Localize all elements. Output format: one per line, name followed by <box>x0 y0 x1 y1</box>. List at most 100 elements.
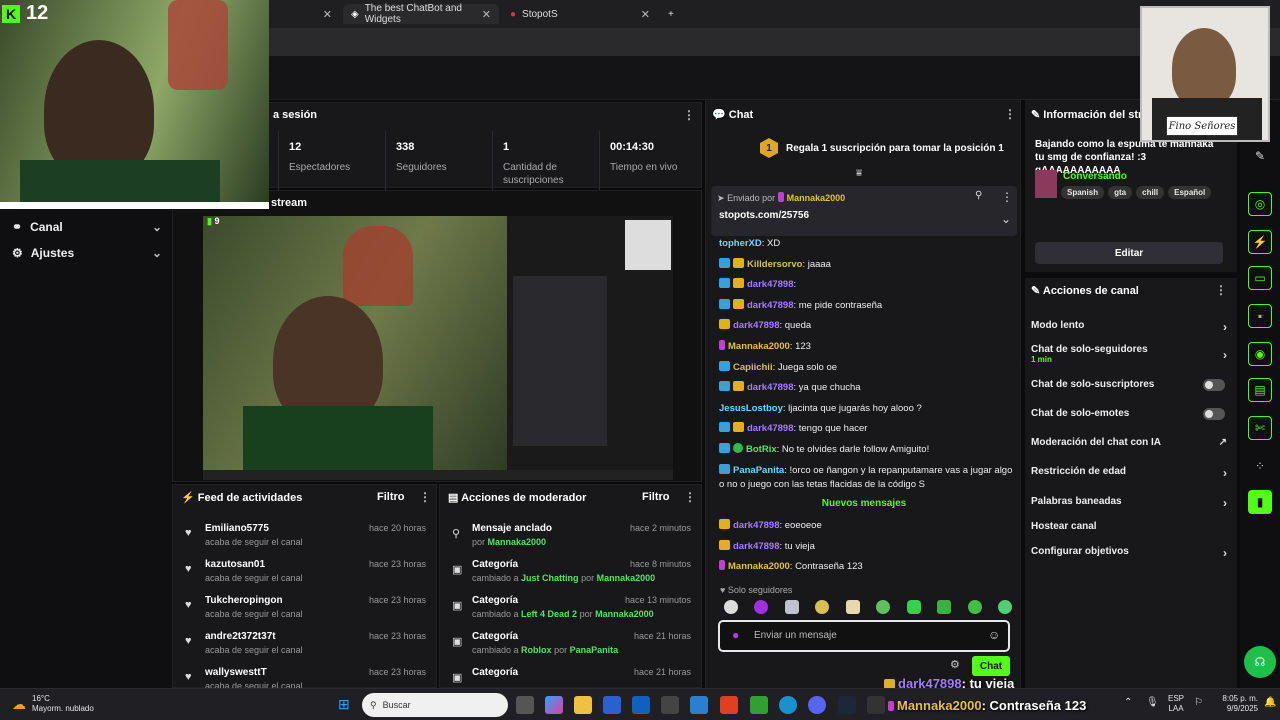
obs-icon[interactable] <box>867 696 885 714</box>
tag-chip[interactable]: gta <box>1108 186 1133 199</box>
layout-icon[interactable]: ▤ <box>1248 378 1272 402</box>
pinned-message[interactable]: ➤ Enviado por Mannaka2000 stopots.com/25… <box>711 186 1017 236</box>
support-headset-icon[interactable]: ☊ <box>1244 646 1276 678</box>
chat-message[interactable]: dark47898: ya que chucha <box>719 381 1015 395</box>
tag-chip[interactable]: Spanish <box>1061 186 1105 199</box>
broadcast-icon[interactable]: ◉ <box>1248 342 1272 366</box>
copilot-icon[interactable] <box>545 696 563 714</box>
chat-username[interactable]: dark47898 <box>733 520 779 531</box>
chat-message[interactable]: Killdersorvo: jaaaa <box>719 257 1015 272</box>
action-configure-goals[interactable]: Configurar objetivos › <box>1031 546 1231 560</box>
category-link[interactable]: Conversando <box>1063 171 1127 182</box>
chat-message[interactable]: JesusLostboy: ljacinta que jugarás hoy a… <box>719 402 1015 416</box>
detail-value[interactable]: Roblox <box>521 645 552 655</box>
feed-user[interactable]: Emiliano5775 <box>205 523 269 534</box>
detail-value[interactable]: Just Chatting <box>521 573 579 583</box>
language-indicator[interactable]: ESP LAA <box>1168 694 1184 714</box>
taskbar-search[interactable]: ⚲ Buscar <box>362 693 508 717</box>
emote-icon[interactable] <box>997 600 1012 614</box>
action-slow-mode[interactable]: Modo lento › <box>1031 320 1231 334</box>
brave-icon[interactable] <box>720 696 738 714</box>
action-age-restriction[interactable]: Restricción de edad › <box>1031 466 1231 480</box>
toggle-switch[interactable] <box>1203 408 1225 420</box>
edge-icon[interactable] <box>779 696 797 714</box>
stream-preview[interactable]: ▮ 9 <box>203 216 673 480</box>
feed-user[interactable]: Tukcheropingon <box>205 595 283 606</box>
emoji-icon[interactable]: ☺ <box>988 628 1000 642</box>
tag-chip[interactable]: Español <box>1168 186 1212 199</box>
sidebar-item-ajustes[interactable]: ⚙ Ajustes ⌄ <box>12 242 162 264</box>
pinned-text[interactable]: stopots.com/25756 <box>719 210 809 221</box>
notifications-bell-icon[interactable]: 🔔 <box>1264 697 1276 708</box>
file-explorer-icon[interactable] <box>574 696 592 714</box>
chat-settings-gear-icon[interactable]: ⚙ <box>950 658 960 671</box>
steam-icon[interactable] <box>838 696 856 714</box>
chat-username[interactable]: dark47898 <box>747 279 793 290</box>
sidebar-item-canal[interactable]: ⚭ Canal ⌄ <box>12 216 162 238</box>
emote-icon[interactable] <box>937 600 952 614</box>
new-tab-button[interactable]: + <box>660 4 680 24</box>
app-icon[interactable] <box>661 696 679 714</box>
pin-icon[interactable]: ⚲ <box>975 190 982 201</box>
edit-button[interactable]: Editar <box>1035 242 1223 264</box>
chat-message[interactable]: dark47898: tengo que hacer <box>719 422 1015 436</box>
chat-message[interactable]: dark47898: tu vieja <box>719 539 1015 554</box>
action-emotes-only[interactable]: Chat de solo-emotes <box>1031 408 1231 420</box>
chat-username[interactable]: dark47898 <box>747 382 793 393</box>
app-icon[interactable] <box>750 696 768 714</box>
close-tab-icon[interactable]: ✕ <box>482 8 491 21</box>
kebab-menu-icon[interactable]: ⋮ <box>683 108 695 122</box>
apps-icon[interactable]: ⁘ <box>1248 454 1272 478</box>
emote-icon[interactable] <box>815 600 830 614</box>
emote-icon[interactable] <box>845 600 860 614</box>
close-tab-icon[interactable]: ✕ <box>641 8 650 21</box>
action-ai-moderation[interactable]: Moderación del chat con IA ↗ <box>1031 437 1231 448</box>
camera-icon[interactable]: ◎ <box>1248 192 1272 216</box>
chat-message[interactable]: dark47898: me pide contraseña <box>719 298 1015 313</box>
wrench-icon[interactable]: ✄ <box>1248 416 1272 440</box>
emote-icon[interactable] <box>906 600 921 614</box>
chat-message[interactable]: Capiichii: Juega solo oe <box>719 360 1015 375</box>
pencil-icon[interactable]: ✎ <box>1248 144 1272 168</box>
category-thumbnail[interactable] <box>1035 170 1057 198</box>
emote-icon[interactable] <box>784 600 799 614</box>
chat-username[interactable]: JesusLostboy <box>719 403 783 414</box>
chat-username[interactable]: PanaPanita <box>733 465 784 476</box>
browser-tab-stopots[interactable]: ● StopotS ✕ <box>502 4 658 24</box>
action-host-channel[interactable]: Hostear canal <box>1031 521 1231 532</box>
chat-username[interactable]: Mannaka2000 <box>728 561 790 572</box>
detail-user[interactable]: PanaPanita <box>570 645 619 655</box>
filter-button[interactable]: Filtro <box>377 491 405 503</box>
chevron-down-icon[interactable]: ⌄ <box>1001 212 1011 226</box>
toggle-switch[interactable] <box>1203 379 1225 391</box>
collapse-icon[interactable]: ⩸ <box>856 168 862 179</box>
lightning-icon[interactable]: ⚡ <box>1248 230 1272 254</box>
emote-icon[interactable] <box>876 600 891 614</box>
emote-icon[interactable] <box>754 600 769 614</box>
detail-value[interactable]: Left 4 Dead 2 <box>521 609 577 619</box>
chat-username[interactable]: dark47898 <box>733 320 779 331</box>
app-icon[interactable] <box>690 696 708 714</box>
store-icon[interactable] <box>603 696 621 714</box>
kebab-menu-icon[interactable]: ⋮ <box>419 490 431 504</box>
kebab-menu-icon[interactable]: ⋮ <box>1001 190 1013 204</box>
chat-message[interactable]: topherXD: XD <box>719 237 1015 251</box>
chat-username[interactable]: dark47898 <box>747 300 793 311</box>
detail-user[interactable]: Mannaka2000 <box>595 609 654 619</box>
action-followers-only[interactable]: Chat de solo-seguidores 1 min › <box>1031 344 1231 364</box>
feed-user[interactable]: andre2t372t37t <box>205 631 276 642</box>
feed-user[interactable]: wallyswesttT <box>205 667 267 678</box>
chat-username[interactable]: Killdersorvo <box>747 259 802 270</box>
close-tab-icon[interactable]: ✕ <box>323 8 332 21</box>
chat-message[interactable]: dark47898: <box>719 278 1015 292</box>
chat-username[interactable]: Capiichii <box>733 362 773 373</box>
emote-icon[interactable] <box>967 600 982 614</box>
gift-sub-promo[interactable]: 1 Regala 1 suscripción para tomar la pos… <box>760 138 1004 158</box>
detail-user[interactable]: Mannaka2000 <box>597 573 656 583</box>
chat-message[interactable]: dark47898: queda <box>719 319 1015 333</box>
clock[interactable]: 8:05 p. m. 9/9/2025 <box>1214 694 1258 714</box>
filter-button[interactable]: Filtro <box>642 491 670 503</box>
chat-message[interactable]: dark47898: eoeoeoe <box>719 519 1015 533</box>
detail-user[interactable]: Mannaka2000 <box>488 537 547 547</box>
tray-chevron-up-icon[interactable]: ⌃ <box>1124 697 1132 708</box>
